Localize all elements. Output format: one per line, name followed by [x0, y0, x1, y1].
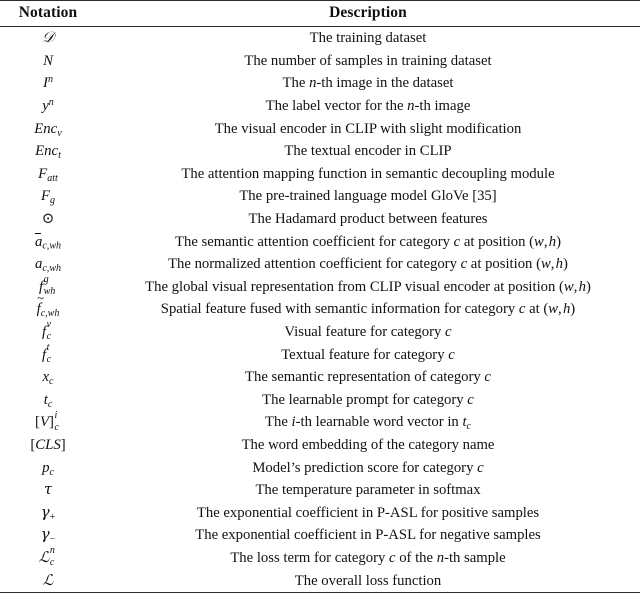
- table-row: ftc Textual feature for category c: [0, 343, 640, 366]
- notation-description: The visual encoder in CLIP with slight m…: [214, 120, 522, 137]
- notation-symbol: ftc: [41, 342, 52, 365]
- table-row: γ+ The exponential coefficient in P-ASL …: [0, 501, 640, 524]
- notation-symbol: tc: [43, 391, 53, 410]
- notation-symbol: [V] i c: [35, 409, 59, 433]
- notation-table-body: 𝒟 The training dataset N The number of s…: [0, 27, 640, 592]
- notation-description: The word embedding of the category name: [241, 436, 495, 453]
- notation-description: Spatial feature fused with semantic info…: [160, 301, 576, 318]
- notation-symbol: Fg: [40, 188, 56, 207]
- notation-symbol: Enct: [35, 143, 61, 162]
- table-row: ℒnc The loss term for category c of the …: [0, 545, 640, 570]
- notation-symbol: f g wh: [38, 274, 56, 298]
- table-row: ac,wh The semantic attention coefficient…: [0, 230, 640, 253]
- table-row: pc Model’s prediction score for category…: [0, 456, 640, 479]
- table-row: N The number of samples in training data…: [0, 50, 640, 73]
- notation-symbol-hadamard: ⊙: [41, 211, 55, 228]
- notation-description: The i-th learnable word vector in tc: [265, 414, 471, 433]
- table-row: ac,wh The normalized attention coefficie…: [0, 253, 640, 276]
- notation-description: The learnable prompt for category c: [262, 391, 474, 408]
- table-row: [CLS] The word embedding of the category…: [0, 434, 640, 457]
- notation-symbol: ℒ: [42, 572, 54, 589]
- notation-description: The semantic attention coefficient for c…: [175, 233, 561, 250]
- table-header: Notation Description: [0, 1, 640, 26]
- notation-symbol: In: [43, 74, 53, 92]
- notation-description: The pre-trained language model GloVe [35…: [239, 188, 497, 205]
- notation-description: The semantic representation of category …: [245, 369, 491, 386]
- notation-description: The temperature parameter in softmax: [255, 482, 481, 499]
- table-row: f g wh The global visual representation fr…: [0, 274, 640, 299]
- notation-symbol: N: [43, 52, 53, 69]
- table-row: ℒ The overall loss function: [0, 569, 640, 592]
- notation-symbol: ℒnc: [38, 545, 55, 569]
- notation-symbol: ac,wh: [34, 256, 62, 275]
- notation-symbol: pc: [42, 459, 54, 478]
- table-row: τ The temperature parameter in softmax: [0, 479, 640, 502]
- notation-symbol: xc: [42, 369, 54, 388]
- column-header-notation: Notation: [18, 4, 78, 21]
- table-row: Encv The visual encoder in CLIP with sli…: [0, 117, 640, 140]
- notation-symbol: Encv: [34, 120, 62, 139]
- notation-description: Textual feature for category c: [281, 346, 455, 363]
- notation-description: The overall loss function: [294, 572, 442, 589]
- notation-table-container: Notation Description 𝒟 The training data…: [0, 0, 640, 593]
- notation-description: The number of samples in training datase…: [244, 52, 492, 69]
- notation-description: The exponential coefficient in P-ASL for…: [196, 504, 540, 521]
- notation-description: The loss term for category c of the n-th…: [230, 549, 506, 566]
- table-row: In The n-th image in the dataset: [0, 72, 640, 95]
- notation-description: The global visual representation from CL…: [145, 278, 591, 295]
- notation-description: The textual encoder in CLIP: [284, 143, 452, 160]
- table-row: xc The semantic representation of catego…: [0, 366, 640, 389]
- notation-description: The exponential coefficient in P-ASL for…: [195, 527, 541, 544]
- notation-symbol: τ: [43, 481, 53, 499]
- notation-symbol: ac,wh: [34, 232, 62, 252]
- column-header-description: Description: [329, 4, 407, 21]
- table-row: ⊙ The Hadamard product between features: [0, 208, 640, 231]
- notation-symbol: fc,wh: [0, 292, 96, 321]
- notation-description: The n-th image in the dataset: [282, 75, 454, 92]
- table-row: γ− The exponential coefficient in P-ASL …: [0, 524, 640, 547]
- notation-symbol: [CLS]: [30, 436, 66, 453]
- notation-symbol: 𝒟: [42, 30, 54, 47]
- table-row: Enct The textual encoder in CLIP: [0, 140, 640, 163]
- notation-symbol: fvc: [41, 319, 52, 343]
- notation-symbol: yn: [42, 96, 54, 115]
- table-row: yn The label vector for the n-th image: [0, 95, 640, 118]
- notation-symbol: γ+: [40, 503, 56, 523]
- notation-symbol: Fatt: [38, 165, 58, 184]
- table-row: Fg The pre-trained language model GloVe …: [0, 185, 640, 208]
- notation-description: The attention mapping function in semant…: [181, 165, 555, 182]
- table-row: tc The learnable prompt for category c: [0, 389, 640, 412]
- table-row: [V] i c The i-th learnable word vector in …: [0, 409, 640, 434]
- notation-description: The normalized attention coefficient for…: [168, 256, 568, 273]
- header-row: Notation Description: [0, 1, 640, 26]
- notation-description: Visual feature for category c: [284, 324, 452, 341]
- table-body: 𝒟 The training dataset N The number of s…: [0, 27, 640, 592]
- notation-symbol: γ−: [40, 526, 56, 546]
- notation-description: Model’s prediction score for category c: [252, 459, 484, 476]
- table-row: 𝒟 The training dataset: [0, 27, 640, 50]
- notation-description: The Hadamard product between features: [248, 211, 488, 228]
- notation-description: The training dataset: [309, 30, 427, 47]
- table-row: fc,wh Spatial feature fused with semanti…: [0, 292, 640, 321]
- notation-table: Notation Description: [0, 1, 640, 26]
- table-row: Fatt The attention mapping function in s…: [0, 163, 640, 186]
- table-row: fvc Visual feature for category c: [0, 319, 640, 344]
- notation-description: The label vector for the n-th image: [265, 98, 471, 115]
